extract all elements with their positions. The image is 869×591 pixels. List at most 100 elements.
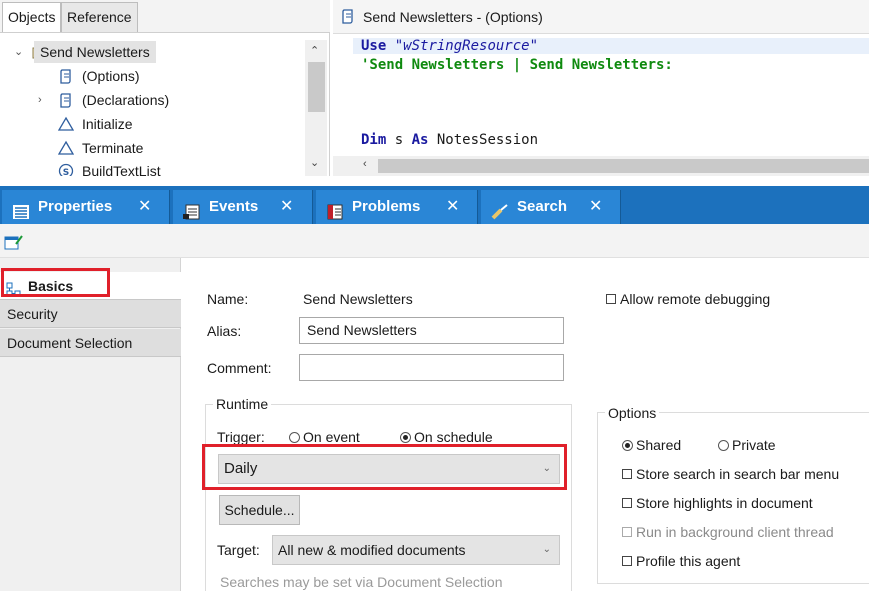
target-label: Target: (217, 542, 260, 558)
tree-item-label: Initialize (82, 116, 133, 132)
allow-remote-debugging-checkbox[interactable]: Allow remote debugging (606, 291, 770, 307)
checkbox-icon (622, 556, 632, 566)
checkbox-icon (622, 498, 632, 508)
script-icon (58, 92, 74, 108)
close-icon[interactable]: ✕ (280, 190, 293, 224)
code-line[interactable]: Dim s As NotesSession (361, 132, 538, 148)
select-value: Daily (224, 460, 258, 477)
code-editor[interactable]: Use "wStringResource" 'Send Newsletters … (333, 34, 869, 158)
tree-item-label: Send Newsletters (34, 41, 156, 63)
scroll-down-icon[interactable]: ⌄ (310, 156, 319, 169)
trigger-on-schedule-radio[interactable]: On schedule (400, 429, 493, 445)
store-highlights-checkbox[interactable]: Store highlights in document (622, 495, 813, 511)
events-icon (183, 199, 201, 220)
tab-events[interactable]: Events ✕ (173, 190, 313, 224)
property-sections-nav: Basics Security Document Selection (0, 258, 181, 591)
select-value: All new & modified documents (278, 542, 466, 558)
objects-tab-strip: Objects Reference (0, 0, 330, 33)
code-keyword: Use (361, 38, 387, 54)
chevron-right-icon[interactable]: › (38, 89, 50, 111)
profile-agent-checkbox[interactable]: Profile this agent (622, 553, 740, 569)
problems-icon (326, 199, 344, 220)
name-value: Send Newsletters (303, 291, 413, 307)
scroll-up-icon[interactable]: ⌃ (310, 44, 319, 57)
trigger-on-event-radio[interactable]: On event (289, 429, 360, 445)
code-editor-pane: Send Newsletters - (Options) Use "wStrin… (333, 0, 869, 178)
code-keyword: As (411, 132, 429, 148)
target-select[interactable]: All new & modified documents ⌄ (272, 535, 560, 565)
tree-item-send-newsletters[interactable]: ⌄ Send Newsletters (14, 41, 214, 63)
objects-tree: ⌄ Send Newsletters (Options) › (Declarat… (0, 40, 305, 176)
tree-item-label: BuildTextList (82, 163, 161, 176)
triangle-icon (57, 116, 75, 132)
shared-radio[interactable]: Shared (622, 437, 681, 453)
tab-label: Properties (38, 198, 113, 215)
code-comment: 'Send Newsletters | Send Newsletters: (361, 57, 673, 73)
chevron-down-icon: ⌄ (542, 463, 551, 474)
nav-item-security[interactable]: Security (0, 300, 181, 328)
triangle-icon (57, 140, 75, 156)
radio-icon (718, 440, 729, 451)
close-icon[interactable]: ✕ (589, 190, 602, 224)
comment-field[interactable] (299, 354, 564, 381)
basics-icon (6, 278, 21, 297)
radio-label: Shared (636, 437, 682, 453)
chevron-down-icon[interactable]: ⌄ (14, 41, 26, 63)
edit-properties-icon[interactable] (4, 234, 24, 253)
radio-label: On schedule (414, 429, 493, 445)
bottom-tab-bar: Properties ✕ Events ✕ Problems ✕ Search … (0, 186, 869, 224)
code-keyword: Dim (361, 132, 387, 148)
run-background-checkbox: Run in background client thread (622, 524, 834, 540)
comment-label: Comment: (207, 360, 272, 376)
checkbox-label: Store highlights in document (636, 495, 813, 511)
checkbox-label: Profile this agent (636, 553, 741, 569)
name-label: Name: (207, 291, 249, 307)
close-icon[interactable]: ✕ (138, 190, 151, 224)
schedule-frequency-select[interactable]: Daily ⌄ (218, 454, 560, 484)
properties-icon (12, 199, 30, 219)
checkbox-label: Run in background client thread (636, 524, 834, 540)
code-line[interactable]: Use "wStringResource" (353, 38, 869, 54)
basics-form: Name: Send Newsletters Alias: Send Newsl… (182, 258, 869, 591)
radio-icon (289, 432, 300, 443)
nav-item-label: Basics (28, 278, 74, 294)
tab-objects[interactable]: Objects (2, 2, 62, 32)
alias-field[interactable]: Send Newsletters (299, 317, 564, 344)
options-group-title: Options (605, 405, 660, 421)
script-icon (58, 68, 74, 84)
alias-label: Alias: (207, 323, 242, 339)
schedule-button[interactable]: Schedule... (219, 495, 300, 525)
store-search-checkbox[interactable]: Store search in search bar menu (622, 466, 839, 482)
radio-selected-icon (400, 432, 411, 443)
code-line[interactable]: 'Send Newsletters | Send Newsletters: (361, 57, 673, 73)
tab-properties[interactable]: Properties ✕ (2, 190, 170, 224)
code-horizontal-scrollbar[interactable]: ‹ (333, 156, 869, 176)
scrollbar-thumb[interactable] (378, 159, 869, 173)
code-title: Send Newsletters - (Options) (363, 9, 543, 25)
properties-toolbar (0, 224, 869, 258)
checkbox-icon (622, 527, 632, 537)
scrollbar-thumb[interactable] (308, 62, 325, 112)
nav-item-document-selection[interactable]: Document Selection (0, 329, 181, 357)
pane-divider[interactable] (0, 176, 869, 184)
tab-problems[interactable]: Problems ✕ (316, 190, 478, 224)
radio-selected-icon (622, 440, 633, 451)
code-string: "wStringResource" (394, 38, 539, 54)
tab-reference[interactable]: Reference (61, 2, 138, 32)
nav-item-basics[interactable]: Basics (0, 272, 181, 300)
tree-item-label: (Declarations) (82, 92, 170, 108)
tab-label: Search (517, 198, 568, 215)
chevron-down-icon: ⌄ (542, 544, 551, 555)
private-radio[interactable]: Private (718, 437, 776, 453)
tree-vertical-scrollbar[interactable]: ⌃ ⌄ (305, 40, 327, 176)
objects-pane: Objects Reference ⌄ Send Newsletters (Op… (0, 0, 330, 178)
checkbox-label: Store search in search bar menu (636, 466, 840, 482)
document-selection-hint: Searches may be set via Document Selecti… (220, 574, 503, 590)
tree-item-label: (Options) (82, 68, 140, 84)
code-header: Send Newsletters - (Options) (333, 0, 869, 34)
close-icon[interactable]: ✕ (446, 190, 459, 224)
search-icon (491, 199, 509, 220)
tab-search[interactable]: Search ✕ (481, 190, 621, 224)
scroll-left-icon[interactable]: ‹ (363, 158, 367, 170)
svg-text:S: S (63, 168, 69, 176)
